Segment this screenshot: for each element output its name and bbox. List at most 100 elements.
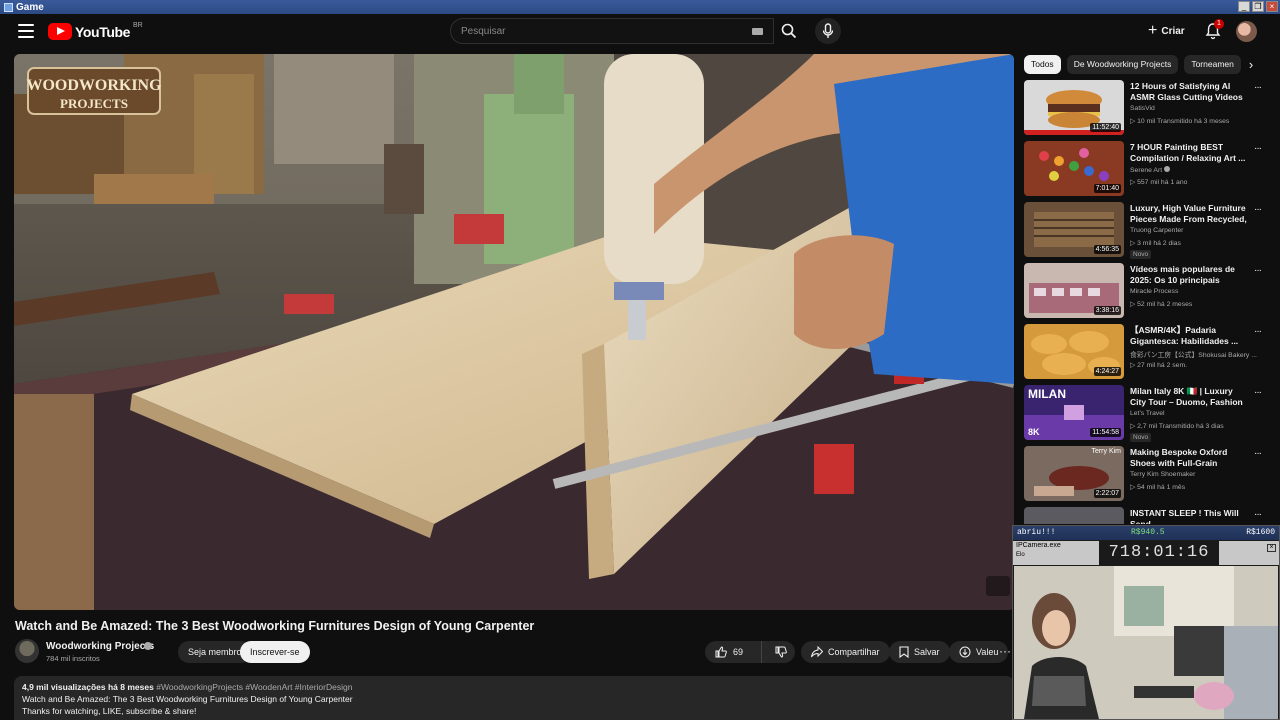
rec-stats: ▷ 54 mil há 1 mês: [1130, 484, 1186, 491]
rec-stats: ▷ 27 mil há 2 sem.: [1130, 362, 1187, 369]
mic-icon: [822, 23, 834, 38]
rec-channel[interactable]: Let's Travel: [1130, 410, 1165, 417]
view-count-date: 4,9 mil visualizações há 8 meses: [22, 682, 154, 692]
create-button[interactable]: + Criar: [1148, 21, 1185, 41]
more-vert-icon[interactable]: ···: [1254, 448, 1262, 459]
rec-stats-text: 52 mil há 2 meses: [1137, 301, 1193, 308]
list-item[interactable]: MILAN 8K 11:54:58 Milan Italy 8K 🇮🇹 | Lu…: [1024, 385, 1274, 442]
chip-turning[interactable]: Torneamen: [1184, 55, 1241, 74]
duration: 11:54:58: [1090, 428, 1121, 437]
search-button[interactable]: [774, 18, 804, 44]
webcam-feed: [1014, 566, 1278, 719]
rec-stats: ▷ 52 mil há 2 meses: [1130, 301, 1193, 308]
video-player[interactable]: WOODWORKING PROJECTS: [14, 54, 1014, 610]
maximize-button[interactable]: ❐: [1252, 1, 1264, 12]
rec-title[interactable]: INSTANT SLEEP ! This Will Send ...: [1130, 508, 1250, 524]
rec-channel[interactable]: Miracle Process: [1130, 288, 1178, 295]
list-item[interactable]: 3:38:16 Vídeos mais populares de 2025: O…: [1024, 263, 1274, 319]
recommendations-list: 11:52:40 12 Hours of Satisfying AI ASMR …: [1024, 80, 1274, 524]
miniplayer-icon[interactable]: [986, 576, 1010, 596]
watermark-line2: PROJECTS: [60, 96, 128, 111]
thumbs-down-icon: [775, 646, 787, 658]
masthead: YouTube BR + Criar 1: [0, 14, 1280, 48]
chevron-right-icon[interactable]: ›: [1244, 57, 1258, 73]
os-window-controls: _ ❐ ×: [1238, 1, 1278, 12]
share-button[interactable]: Compartilhar: [801, 641, 890, 663]
chip-all[interactable]: Todos: [1024, 55, 1061, 74]
chip-from-channel[interactable]: De Woodworking Projects: [1066, 55, 1179, 74]
thumb-text-8k: 8K: [1028, 427, 1040, 437]
voice-search-button[interactable]: [815, 18, 841, 44]
more-vert-icon[interactable]: ···: [1254, 326, 1262, 337]
more-vert-icon[interactable]: ···: [1254, 387, 1262, 398]
list-item[interactable]: INSTANT SLEEP ! This Will Send ... ···: [1024, 507, 1274, 524]
video-thumbnail[interactable]: 4:56:35: [1024, 202, 1124, 257]
rec-title[interactable]: 7 HOUR Painting BEST Compilation / Relax…: [1130, 142, 1250, 164]
video-thumbnail[interactable]: 4:24:27: [1024, 324, 1124, 379]
duration: 2:22:07: [1093, 489, 1121, 498]
rec-channel[interactable]: Truong Carpenter: [1130, 227, 1183, 234]
rec-title[interactable]: 12 Hours of Satisfying AI ASMR Glass Cut…: [1130, 81, 1250, 103]
rec-channel-name: Serene Art: [1130, 167, 1163, 174]
list-item[interactable]: 11:52:40 12 Hours of Satisfying AI ASMR …: [1024, 80, 1274, 136]
more-vert-icon[interactable]: ···: [1254, 82, 1262, 93]
more-vert-icon[interactable]: ···: [1254, 509, 1262, 520]
search-box: [450, 18, 774, 44]
dislike-button[interactable]: [767, 641, 795, 663]
camera-window-titlebar: IPCamera.exe Elo 718:01:16 ×: [1013, 541, 1279, 565]
rec-title[interactable]: Making Bespoke Oxford Shoes with Full-Gr…: [1130, 447, 1250, 469]
minimize-button[interactable]: _: [1238, 1, 1250, 12]
overlay-goal-label: abriu!!!: [1017, 528, 1056, 537]
description-box[interactable]: 4,9 mil visualizações há 8 meses #Woodwo…: [14, 676, 1014, 720]
video-thumbnail[interactable]: 7:01:40: [1024, 141, 1124, 196]
more-vert-icon[interactable]: ···: [1254, 143, 1262, 154]
rec-title[interactable]: 【ASMR/4K】Padaria Gigantesca: Habilidades…: [1130, 325, 1250, 347]
channel-name[interactable]: Woodworking Projects: [46, 641, 154, 652]
duration: 7:01:40: [1093, 184, 1121, 193]
video-thumbnail[interactable]: MILAN 8K 11:54:58: [1024, 385, 1124, 440]
create-label: Criar: [1161, 25, 1185, 37]
more-vert-icon[interactable]: ···: [1254, 204, 1262, 215]
video-title: Watch and Be Amazed: The 3 Best Woodwork…: [15, 619, 535, 633]
rec-title[interactable]: Vídeos mais populares de 2025: Os 10 pri…: [1130, 264, 1250, 286]
channel-avatar[interactable]: [15, 639, 39, 663]
overlay-goal-bar: abriu!!! R$940.5 R$1600: [1013, 526, 1279, 540]
subscribe-button[interactable]: Inscrever-se: [240, 641, 310, 663]
new-badge: Novo: [1130, 250, 1152, 259]
rec-channel[interactable]: 食彩パン工房【公式】Shokusai Bakery ...: [1130, 349, 1257, 359]
video-thumbnail[interactable]: 11:52:40: [1024, 80, 1124, 135]
keyboard-icon[interactable]: [752, 28, 763, 35]
list-item[interactable]: Terry Kim 2:22:07 Making Bespoke Oxford …: [1024, 446, 1274, 502]
save-button[interactable]: Salvar: [889, 641, 950, 663]
video-thumbnail[interactable]: [1024, 507, 1124, 524]
rec-title[interactable]: Milan Italy 8K 🇮🇹 | Luxury City Tour – D…: [1130, 386, 1250, 408]
list-item[interactable]: 4:56:35 Luxury, High Value Furniture Pie…: [1024, 202, 1274, 259]
thumb-text-terry: Terry Kim: [1091, 448, 1121, 455]
list-item[interactable]: 7:01:40 7 HOUR Painting BEST Compilation…: [1024, 141, 1274, 197]
channel-watermark: WOODWORKING PROJECTS: [26, 64, 162, 118]
video-thumbnail[interactable]: Terry Kim 2:22:07: [1024, 446, 1124, 501]
like-button[interactable]: 69: [705, 641, 762, 663]
account-avatar[interactable]: [1236, 21, 1257, 42]
more-actions-icon[interactable]: ···: [999, 644, 1011, 658]
rec-stats: ▷ 2,7 mil Transmitido há 3 dias: [1130, 423, 1224, 430]
save-label: Salvar: [914, 647, 940, 657]
rec-channel[interactable]: Serene Art: [1130, 166, 1171, 174]
close-icon[interactable]: ×: [1267, 544, 1276, 552]
verified-icon: [144, 642, 152, 650]
hashtags[interactable]: #WoodworkingProjects #WoodenArt #Interio…: [156, 682, 352, 692]
plus-icon: +: [1148, 22, 1158, 39]
list-item[interactable]: 4:24:27 【ASMR/4K】Padaria Gigantesca: Hab…: [1024, 324, 1274, 380]
rec-channel[interactable]: SatisVid: [1130, 105, 1155, 112]
more-vert-icon[interactable]: ···: [1254, 265, 1262, 276]
video-thumbnail[interactable]: 3:38:16: [1024, 263, 1124, 318]
duration: 4:56:35: [1093, 245, 1121, 254]
verified-icon: [1164, 166, 1171, 172]
menu-icon[interactable]: [18, 24, 34, 38]
close-window-button[interactable]: ×: [1266, 1, 1278, 12]
rec-channel[interactable]: Terry Kim Shoemaker: [1130, 471, 1195, 478]
rec-title[interactable]: Luxury, High Value Furniture Pieces Made…: [1130, 203, 1250, 225]
app-icon: [4, 2, 13, 12]
search-input[interactable]: [461, 25, 741, 37]
youtube-logo[interactable]: YouTube BR: [48, 22, 143, 40]
